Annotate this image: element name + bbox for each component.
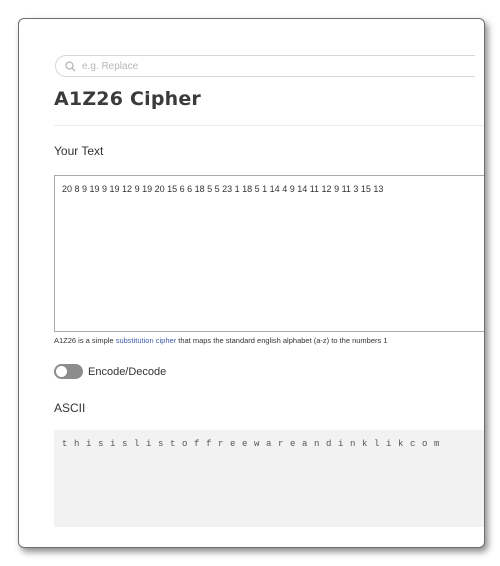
search-input[interactable] [82,60,462,72]
app-window: A1Z26 Cipher Your Text 20 8 9 19 9 19 12… [18,18,485,548]
help-text: A1Z26 is a simple substitution cipher th… [54,336,484,345]
your-text-input[interactable]: 20 8 9 19 9 19 12 9 19 20 15 6 6 18 5 5 … [54,175,484,332]
page-title: A1Z26 Cipher [54,88,201,110]
search-bar[interactable] [55,55,475,77]
ascii-output-text: t h i s i s l i s t o f f r e e w a r e … [62,439,441,449]
title-divider [54,125,484,126]
encode-decode-toggle-row: Encode/Decode [54,364,166,379]
help-text-suffix: that maps the standard english alphabet … [176,336,388,345]
help-text-prefix: A1Z26 is a simple [54,336,116,345]
ascii-output-box: t h i s i s l i s t o f f r e e w a r e … [54,430,484,527]
ascii-label: ASCII [54,401,86,415]
search-icon [62,58,78,74]
substitution-cipher-link[interactable]: substitution cipher [116,336,176,345]
your-text-label: Your Text [54,144,104,158]
encode-decode-label: Encode/Decode [88,365,167,378]
toggle-knob [56,366,67,377]
encode-decode-toggle[interactable] [54,364,83,379]
